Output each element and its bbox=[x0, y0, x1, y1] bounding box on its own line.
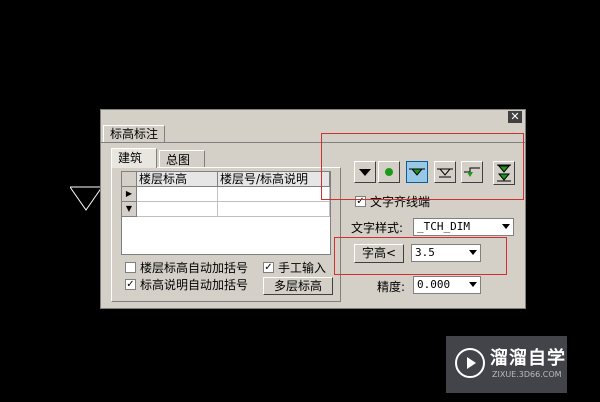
precision-label: 精度: bbox=[377, 280, 406, 294]
title-bar: ✕ bbox=[101, 110, 525, 125]
auto-bracket-floor-checkbox[interactable]: 楼层标高自动加括号 bbox=[125, 261, 265, 275]
close-button[interactable]: ✕ bbox=[508, 111, 522, 123]
elevation-marker-icon bbox=[70, 186, 103, 211]
precision-select[interactable]: 0.000 bbox=[413, 276, 481, 294]
text-style-select[interactable]: _TCH_DIM bbox=[413, 218, 514, 236]
checkbox-label: 楼层标高自动加括号 bbox=[140, 261, 249, 275]
chevron-down-icon bbox=[469, 282, 477, 287]
check-icon[interactable]: ✓ bbox=[125, 279, 136, 290]
auto-bracket-note-checkbox[interactable]: ✓ 标高说明自动加括号 bbox=[125, 278, 265, 292]
checkbox-label: 手工输入 bbox=[278, 261, 327, 275]
text-style-label: 文字样式: bbox=[351, 221, 404, 235]
watermark-logo: 溜溜自学 ZIXUE.3D66.COM bbox=[446, 336, 567, 393]
multi-level-button[interactable]: 多层标高 bbox=[263, 277, 333, 295]
tab-architecture[interactable]: 建筑 bbox=[111, 148, 157, 168]
highlight-box-style-icons bbox=[321, 133, 524, 200]
column-header-floor-elevation: 楼层标高 bbox=[137, 172, 218, 187]
grid-cell[interactable] bbox=[137, 187, 218, 202]
highlight-box-font-height bbox=[334, 237, 507, 275]
grid-corner bbox=[122, 172, 137, 187]
watermark-subtitle: ZIXUE.3D66.COM bbox=[492, 370, 562, 379]
chevron-down-icon bbox=[502, 224, 510, 229]
text-style-value: _TCH_DIM bbox=[417, 220, 470, 233]
row-marker-dropdown[interactable]: ▼ bbox=[122, 202, 137, 217]
tab-site-plan[interactable]: 总图 bbox=[159, 150, 205, 168]
grid-cell[interactable] bbox=[218, 187, 330, 202]
grid-cell[interactable] bbox=[218, 202, 330, 217]
precision-value: 0.000 bbox=[417, 278, 451, 291]
play-icon bbox=[455, 348, 485, 378]
check-icon[interactable]: ✓ bbox=[263, 262, 274, 273]
checkbox-label: 标高说明自动加括号 bbox=[140, 278, 249, 292]
elevation-grid[interactable]: 楼层标高 楼层号/标高说明 ▶ ▼ bbox=[121, 171, 331, 255]
row-marker-current[interactable]: ▶ bbox=[122, 187, 137, 202]
column-header-floor-note: 楼层号/标高说明 bbox=[218, 172, 330, 187]
grid-cell[interactable] bbox=[137, 202, 218, 217]
dialog-title-tab: 标高标注 bbox=[103, 125, 166, 143]
checkbox-box[interactable] bbox=[125, 262, 136, 273]
watermark-title: 溜溜自学 bbox=[490, 348, 566, 369]
manual-input-checkbox[interactable]: ✓ 手工输入 bbox=[263, 261, 343, 275]
